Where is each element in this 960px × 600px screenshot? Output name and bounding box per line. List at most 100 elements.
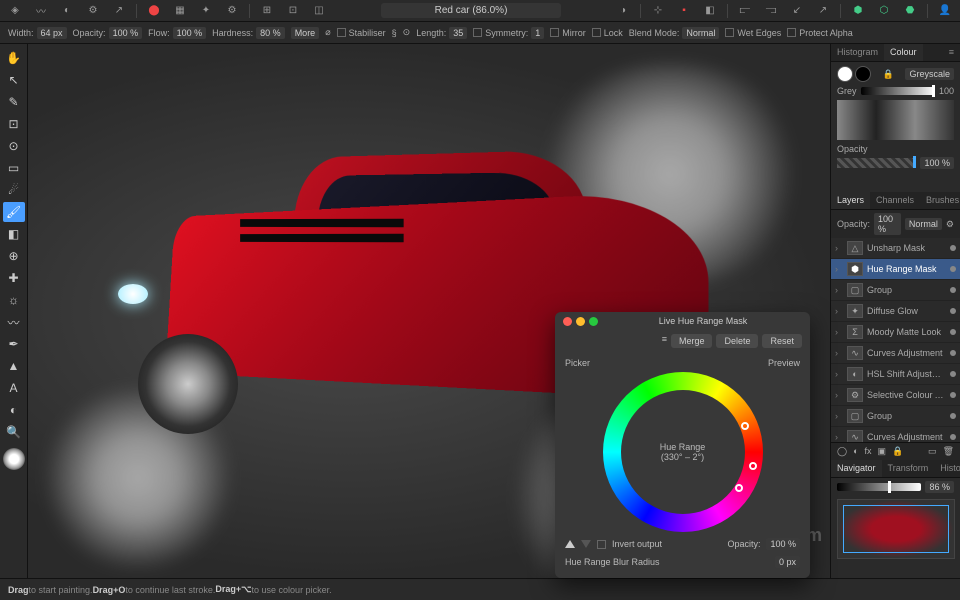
opacity-value[interactable]: 100 %: [920, 157, 954, 169]
settings-icon[interactable]: ⚙: [223, 2, 241, 20]
record-icon[interactable]: ⬤: [145, 2, 163, 20]
paint-brush-tool-icon[interactable]: 🖌: [3, 202, 25, 222]
move-back-icon[interactable]: ↙: [788, 2, 806, 20]
marquee-tool-icon[interactable]: ▭: [3, 158, 25, 178]
group-icon[interactable]: ▭: [928, 446, 937, 457]
width-value[interactable]: 64 px: [37, 27, 67, 39]
layer-opacity-value[interactable]: 100 %: [874, 213, 901, 235]
hand-tool-icon[interactable]: ✋: [3, 48, 25, 68]
length-value[interactable]: 35: [449, 27, 467, 39]
app-logo-icon[interactable]: ◈: [6, 2, 24, 20]
blend-value[interactable]: Normal: [682, 27, 719, 39]
visibility-toggle[interactable]: [950, 350, 956, 356]
wet-edges-checkbox[interactable]: [725, 28, 734, 37]
fx-icon[interactable]: fx: [865, 446, 872, 457]
invert-selection-icon[interactable]: ◫: [310, 2, 328, 20]
inpaint-tool-icon[interactable]: ✚: [3, 268, 25, 288]
arrange-v-icon[interactable]: ⫎: [762, 2, 780, 20]
smudge-tool-icon[interactable]: 〰: [3, 312, 25, 332]
hue-range-dialog[interactable]: Live Hue Range Mask ≡ Merge Delete Reset…: [555, 312, 810, 578]
dialog-menu-icon[interactable]: ≡: [662, 334, 667, 348]
color-picker-tool-icon[interactable]: ✎: [3, 92, 25, 112]
visibility-toggle[interactable]: [950, 371, 956, 377]
symmetry-value[interactable]: 1: [531, 27, 544, 39]
chevron-right-icon[interactable]: ›: [835, 285, 843, 295]
gear-icon[interactable]: ⚙: [946, 219, 954, 230]
toggle-ui-icon[interactable]: ◧: [701, 2, 719, 20]
close-icon[interactable]: [563, 317, 572, 326]
window-mode-icon[interactable]: ⊙: [403, 27, 411, 38]
protect-alpha-checkbox[interactable]: [787, 28, 796, 37]
maximize-icon[interactable]: [589, 317, 598, 326]
layer-row[interactable]: › ▢ Group: [831, 406, 960, 427]
picker-label[interactable]: Picker: [565, 358, 590, 368]
mirror-checkbox[interactable]: [550, 28, 559, 37]
visibility-toggle[interactable]: [950, 413, 956, 419]
move-front-icon[interactable]: ↗: [814, 2, 832, 20]
deselect-icon[interactable]: ⊡: [284, 2, 302, 20]
tab-history[interactable]: History: [934, 460, 960, 477]
panel-menu-icon[interactable]: ≡: [943, 44, 960, 61]
layer-row[interactable]: › ◐ HSL Shift Adjustment: [831, 364, 960, 385]
layer-row[interactable]: › △ Unsharp Mask: [831, 238, 960, 259]
clone-tool-icon[interactable]: ⊕: [3, 246, 25, 266]
persona-export-icon[interactable]: ↗: [110, 2, 128, 20]
zoom-tool-icon[interactable]: 🔍: [3, 422, 25, 442]
reset-button[interactable]: Reset: [762, 334, 802, 348]
dodge-tool-icon[interactable]: ☼: [3, 290, 25, 310]
visibility-toggle[interactable]: [950, 434, 956, 440]
delete-layer-icon[interactable]: 🗑: [943, 446, 954, 457]
preview-label[interactable]: Preview: [768, 358, 800, 368]
layer-row[interactable]: › ▢ Group: [831, 280, 960, 301]
secondary-colour-swatch[interactable]: [855, 66, 871, 82]
layer-row[interactable]: › ⚙ Selective Colour Adjustment: [831, 385, 960, 406]
tab-transform[interactable]: Transform: [882, 460, 935, 477]
chevron-right-icon[interactable]: ›: [835, 411, 843, 421]
resource-icon[interactable]: ⬣: [901, 2, 919, 20]
grey-slider[interactable]: [861, 87, 935, 95]
layer-row[interactable]: › ⬢ Hue Range Mask: [831, 259, 960, 280]
chevron-right-icon[interactable]: ›: [835, 243, 843, 253]
lock-layer-icon[interactable]: 🔒: [892, 446, 903, 457]
visibility-toggle[interactable]: [950, 266, 956, 272]
grey-value[interactable]: 100: [939, 86, 954, 96]
chevron-right-icon[interactable]: ›: [835, 432, 843, 442]
merge-button[interactable]: Merge: [671, 334, 713, 348]
opacity-value[interactable]: 100 %: [109, 27, 143, 39]
output-opacity-value[interactable]: 100 %: [766, 538, 800, 550]
select-all-icon[interactable]: ⊞: [258, 2, 276, 20]
persona-develop-icon[interactable]: ◐: [58, 2, 76, 20]
adjustment-icon[interactable]: ◐: [853, 446, 858, 457]
chevron-right-icon[interactable]: ›: [835, 327, 843, 337]
gradient-tool-icon[interactable]: ◐: [3, 400, 25, 420]
colour-preview[interactable]: [837, 100, 954, 140]
selection-brush-tool-icon[interactable]: ⊙: [3, 136, 25, 156]
brush-settings-icon[interactable]: ⌀: [325, 27, 330, 38]
visibility-toggle[interactable]: [950, 308, 956, 314]
opacity-slider[interactable]: [837, 158, 916, 168]
tab-layers[interactable]: Layers: [831, 192, 870, 209]
chevron-right-icon[interactable]: ›: [835, 390, 843, 400]
chevron-right-icon[interactable]: ›: [835, 348, 843, 358]
colour-mode-select[interactable]: Greyscale: [905, 68, 954, 80]
hardness-value[interactable]: 80 %: [256, 27, 285, 39]
tab-navigator[interactable]: Navigator: [831, 460, 882, 477]
hue-wheel[interactable]: Hue Range (330° – 2°): [603, 372, 763, 532]
chevron-right-icon[interactable]: ›: [835, 306, 843, 316]
layer-row[interactable]: › ✦ Diffuse Glow: [831, 301, 960, 322]
mask-icon[interactable]: ◯: [837, 446, 847, 457]
delete-button[interactable]: Delete: [716, 334, 758, 348]
macro-icon[interactable]: ▦: [171, 2, 189, 20]
crop-tool-icon[interactable]: ⊡: [3, 114, 25, 134]
minimize-icon[interactable]: [576, 317, 585, 326]
add-layer-icon[interactable]: ⬢: [849, 2, 867, 20]
pen-tool-icon[interactable]: ✒: [3, 334, 25, 354]
tab-channels[interactable]: Channels: [870, 192, 920, 209]
assistant-icon[interactable]: ✦: [197, 2, 215, 20]
account-icon[interactable]: 👤: [936, 2, 954, 20]
move-tool-icon[interactable]: ↖: [3, 70, 25, 90]
lock-checkbox[interactable]: [592, 28, 601, 37]
tab-brushes[interactable]: Brushes: [920, 192, 960, 209]
stabiliser-checkbox[interactable]: [337, 28, 346, 37]
layer-blend-select[interactable]: Normal: [905, 218, 942, 230]
